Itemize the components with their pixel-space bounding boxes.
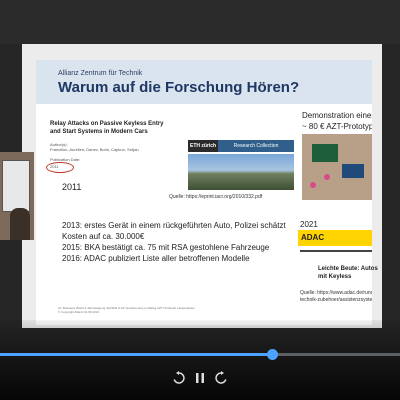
authors-value: Francillon, Aurélien; Danev, Boris; Capk… (50, 147, 139, 152)
circuit-board-image (312, 144, 338, 162)
video-top-area (0, 0, 400, 44)
year-2021-label: 2021 (300, 220, 318, 229)
demonstration-line-1: Demonstration eines vo (302, 111, 372, 120)
slide-organization: Allianz Zentrum für Technik (58, 70, 143, 77)
adac-logo: ADAC (301, 233, 325, 242)
adac-divider (300, 250, 372, 252)
led-image (310, 182, 316, 188)
paper-title: Relay Attacks on Passive Keyless Entry a… (50, 121, 164, 135)
adac-headline-line-1: Leichte Beute: Autos (318, 266, 378, 272)
timeline-list: 2013: erstes Gerät in einem rückgeführte… (62, 220, 298, 264)
presentation-slide: Allianz Zentrum für Technik Warum auf di… (36, 60, 378, 325)
circuit-board-image (342, 164, 364, 178)
seek-handle[interactable] (267, 349, 278, 360)
led-image (324, 174, 330, 180)
source-2-line-1: Quelle: https://www.adac.de/rund-ums- (300, 290, 372, 296)
source-citation-2: Quelle: https://www.adac.de/rund-ums- te… (300, 290, 372, 304)
replay-icon[interactable] (172, 371, 186, 385)
speaker-camera-thumbnail (0, 152, 34, 240)
timeline-item-2015: 2015: BKA bestätigt ca. 75 mit RSA gesto… (62, 243, 270, 252)
prototype-photo (302, 134, 372, 200)
timeline-item-2013: 2013: erstes Gerät in einem rückgeführte… (62, 221, 286, 241)
year-2011-label: 2011 (62, 182, 82, 192)
video-player[interactable]: Allianz Zentrum für Technik Warum auf di… (0, 0, 400, 400)
paper-authors: Author(s): Francillon, Aurélien; Danev, … (50, 142, 170, 152)
source-citation-1: Quelle: https://eprint.iacr.org/2010/332… (169, 194, 263, 200)
demonstration-text: Demonstration eines vo ~ 80 € AZT-Protot… (302, 110, 372, 132)
adac-header-bar: ADAC (298, 230, 372, 246)
eth-logo: ETH zürich (188, 140, 218, 152)
pause-icon[interactable] (193, 371, 207, 385)
source-2-line-2: technik-zubehoer/assistenzsysteme/ke (300, 297, 372, 303)
adac-headline-line-2: mit Keyless (318, 274, 352, 280)
slide-footer: 10. Business World 2 Jahrestagung Jetztb… (58, 306, 288, 314)
speaker-image (10, 208, 30, 240)
footer-line-2: © Copyright Allianz 01.06.2021 (58, 310, 100, 314)
demonstration-line-2: ~ 80 € AZT-Prototypen ( (302, 122, 372, 131)
timeline-item-2016: 2016: ADAC publiziert Liste aller betrof… (62, 254, 250, 263)
projector-screen-image (2, 160, 30, 212)
player-controls-overlay (0, 320, 400, 400)
slide-title: Warum auf die Forschung Hören? (58, 79, 300, 96)
highlight-circle (46, 162, 74, 173)
publication-date-label: Publication Date: (50, 157, 81, 162)
eth-building-image (188, 154, 294, 190)
research-collection-banner: Research Collection (218, 140, 294, 152)
seek-bar-progress (0, 353, 272, 356)
forward-icon[interactable] (214, 371, 228, 385)
